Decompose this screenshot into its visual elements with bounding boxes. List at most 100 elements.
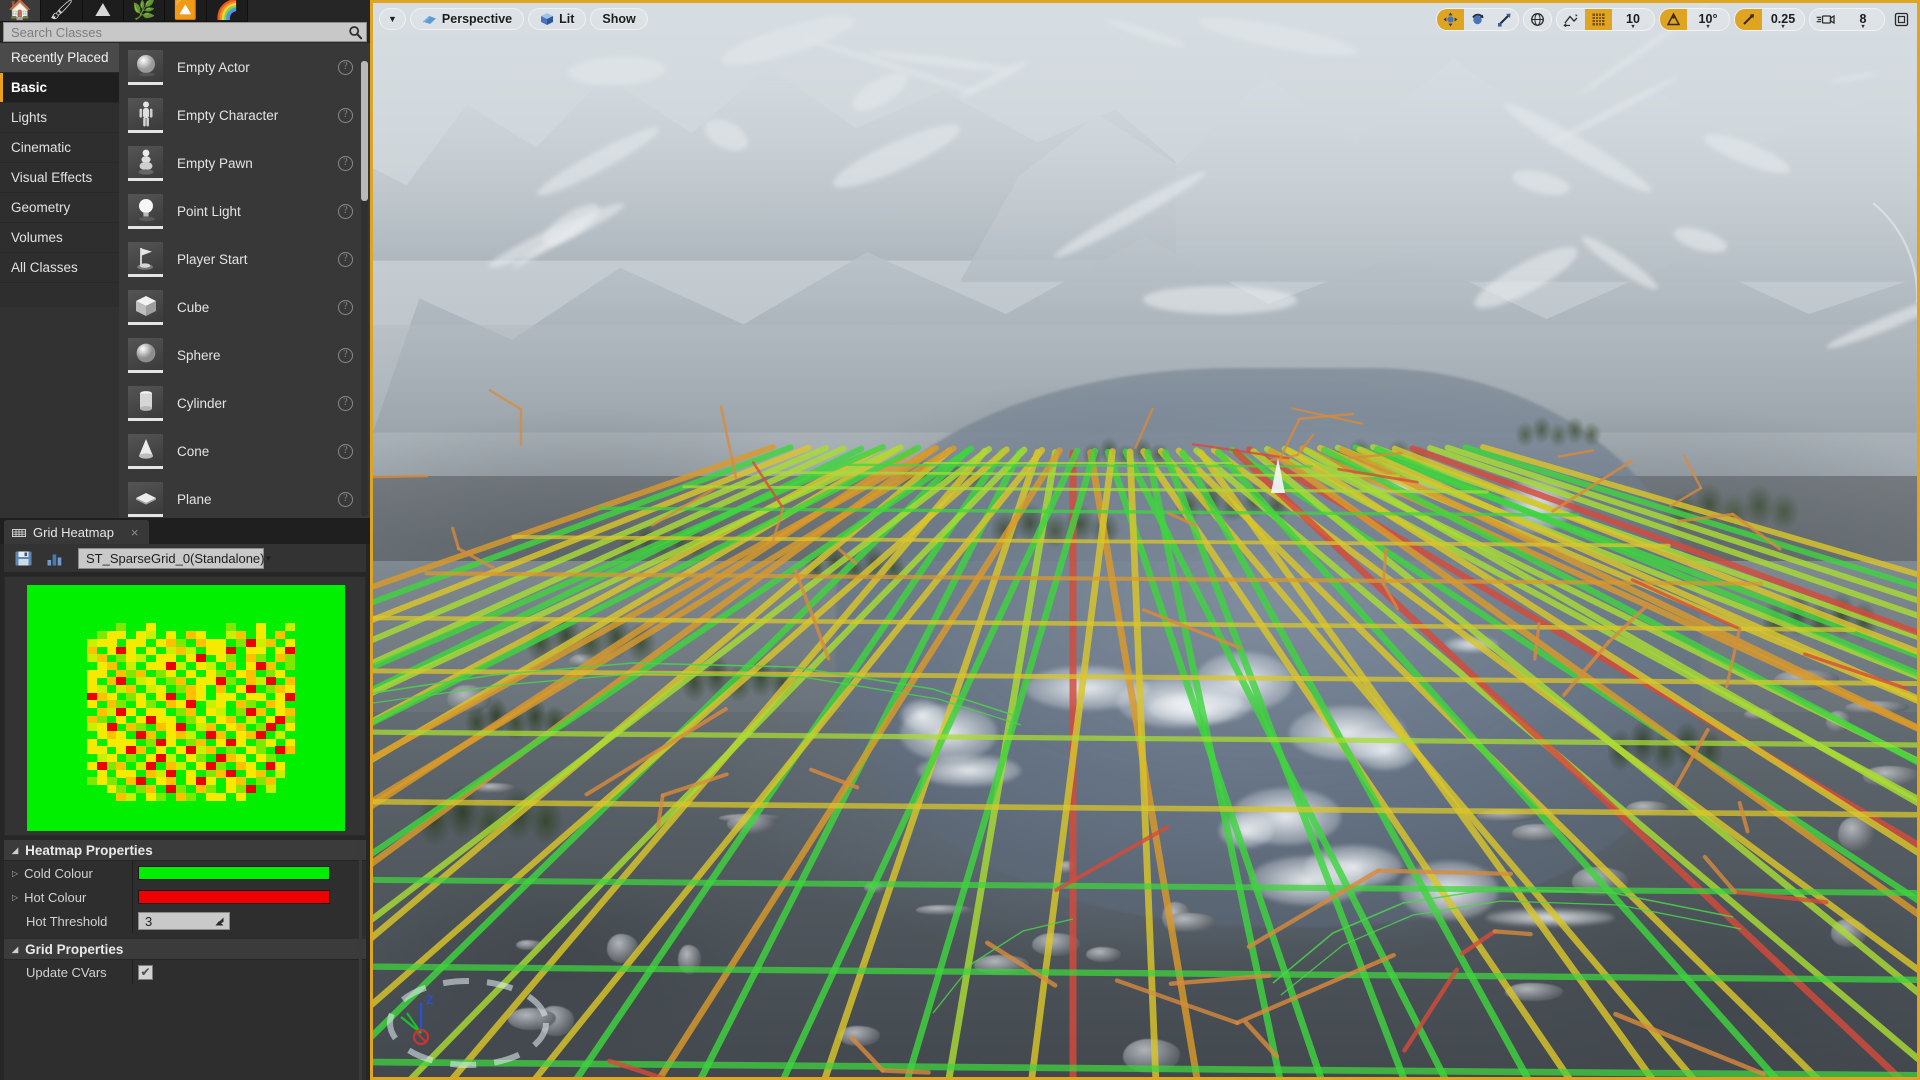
heatmap-cell — [265, 723, 276, 732]
property-row-hot-colour[interactable]: ▷ Hot Colour — [4, 885, 366, 909]
view-mode-label: Perspective — [441, 12, 513, 26]
grid-selector-dropdown[interactable]: ST_SparseGrid_0(Standalone) ▼ — [78, 547, 272, 569]
angle-snap-icon[interactable] — [1660, 8, 1687, 30]
expand-arrow-icon[interactable]: ▷ — [12, 869, 18, 878]
search-classes-row[interactable] — [3, 22, 367, 42]
grid-snap-value-dropdown[interactable]: 10 ▾ — [1612, 9, 1654, 30]
mesh-paint-mode-tab[interactable]: 🔼 — [165, 0, 207, 21]
rotate-gizmo-icon[interactable] — [1464, 9, 1491, 30]
list-item[interactable]: Plane ? — [119, 475, 370, 518]
help-icon[interactable]: ? — [338, 107, 353, 123]
heatmap-cell — [86, 777, 97, 786]
camera-speed-value-dropdown[interactable]: 8 ▾ — [1842, 9, 1884, 30]
sidebar-item-recently-placed[interactable]: Recently Placed — [0, 43, 119, 73]
heatmap-canvas[interactable] — [27, 585, 345, 831]
maximize-viewport-icon[interactable] — [1891, 9, 1911, 29]
scale-snap-icon[interactable] — [1735, 8, 1762, 30]
help-icon[interactable]: ? — [338, 491, 353, 507]
heatmap-cell — [126, 754, 137, 763]
grid-snap-icon[interactable] — [1585, 8, 1612, 30]
transform-gizmo-group — [1436, 7, 1519, 31]
landscape-mode-tab[interactable]: ⛰ — [82, 0, 124, 21]
scale-gizmo-icon[interactable] — [1491, 9, 1518, 30]
magnifier-icon — [344, 23, 366, 41]
tab-label: Grid Heatmap — [33, 524, 114, 540]
heatmap-cell — [285, 723, 296, 732]
list-item[interactable]: Sphere ? — [119, 331, 370, 379]
viewport-options-menu-button[interactable]: ▼ — [379, 8, 406, 30]
list-item-label: Cube — [177, 299, 210, 315]
expand-arrow-icon[interactable]: ▷ — [12, 893, 18, 902]
cold-colour-swatch[interactable] — [138, 866, 330, 880]
property-row-hot-threshold[interactable]: Hot Threshold 3 — [4, 909, 366, 933]
place-actors-panel: 🏠 🖌 ⛰ 🌿 🔼 🌈 Recently Placed Basic Lights… — [0, 0, 370, 1080]
list-item[interactable]: Empty Character ? — [119, 91, 370, 139]
geometry-edit-mode-tab[interactable]: 🌈 — [206, 0, 248, 21]
save-disk-icon[interactable] — [10, 546, 36, 570]
list-item[interactable]: Empty Actor ? — [119, 43, 370, 91]
heatmap-cell — [86, 761, 97, 770]
sidebar-item-cinematic[interactable]: Cinematic — [0, 133, 119, 163]
grid-line — [1682, 454, 1703, 490]
paint-mode-tab[interactable]: 🖌 — [41, 0, 83, 21]
close-icon[interactable]: × — [131, 525, 139, 540]
list-item[interactable]: Player Start ? — [119, 235, 370, 283]
surface-snap-icon[interactable] — [1557, 9, 1585, 30]
lit-mode-button[interactable]: Lit — [528, 8, 587, 30]
heatmap-cell — [195, 723, 206, 732]
category-label: Cinematic — [11, 140, 72, 155]
help-icon[interactable]: ? — [338, 251, 353, 267]
help-icon[interactable]: ? — [338, 299, 353, 315]
hot-threshold-input[interactable]: 3 — [138, 912, 230, 930]
heatmap-cell — [96, 638, 107, 647]
scale-snap-value-dropdown[interactable]: 0.25 ▾ — [1762, 9, 1804, 30]
class-browser-list[interactable]: Empty Actor ? Empty Character ? Empty Pa… — [119, 43, 370, 518]
rotation-snap-value-dropdown[interactable]: 10° ▾ — [1687, 9, 1729, 30]
view-mode-button[interactable]: Perspective — [409, 8, 525, 30]
show-menu-button[interactable]: Show — [590, 8, 648, 30]
list-item[interactable]: Empty Pawn ? — [119, 139, 370, 187]
property-row-cold-colour[interactable]: ▷ Cold Colour — [4, 861, 366, 885]
list-item[interactable]: Cone ? — [119, 427, 370, 475]
help-icon[interactable]: ? — [338, 59, 353, 75]
heatmap-cell — [235, 708, 246, 716]
translate-gizmo-icon[interactable] — [1437, 8, 1464, 30]
place-mode-tab[interactable]: 🏠 — [0, 0, 42, 21]
foliage-mode-tab[interactable]: 🌿 — [123, 0, 166, 21]
landscape-icon: ⛰ — [94, 0, 111, 21]
heatmap-cell — [136, 731, 147, 740]
level-viewport[interactable]: Z ▼ Perspective Lit Show 10 ▾ 10° ▾ 0.25… — [370, 0, 1920, 1080]
sidebar-item-basic[interactable]: Basic — [0, 73, 119, 103]
bar-chart-icon[interactable] — [41, 546, 67, 570]
help-icon[interactable]: ? — [338, 155, 353, 171]
globe-icon[interactable] — [1524, 9, 1551, 30]
category-label: Basic — [11, 80, 48, 95]
update-cvars-checkbox[interactable]: ✔ — [138, 964, 153, 980]
sidebar-item-lights[interactable]: Lights — [0, 103, 119, 133]
help-icon[interactable]: ? — [338, 395, 353, 411]
search-input[interactable] — [4, 23, 344, 41]
sidebar-item-all-classes[interactable]: All Classes — [0, 253, 119, 283]
sidebar-item-volumes[interactable]: Volumes — [0, 223, 119, 253]
help-icon[interactable]: ? — [338, 347, 353, 363]
heatmap-cell — [275, 746, 286, 755]
heatmap-cell — [275, 769, 286, 778]
hot-colour-swatch[interactable] — [138, 890, 330, 904]
grid-selector-value: ST_SparseGrid_0(Standalone) — [86, 550, 265, 566]
section-header-heatmap-properties[interactable]: ◢ Heatmap Properties — [4, 840, 366, 861]
camera-speed-icon[interactable] — [1810, 9, 1842, 30]
help-icon[interactable]: ? — [338, 203, 353, 219]
heatmap-cell — [176, 661, 187, 670]
sidebar-item-visual-effects[interactable]: Visual Effects — [0, 163, 119, 193]
list-item[interactable]: Cylinder ? — [119, 379, 370, 427]
sidebar-item-geometry[interactable]: Geometry — [0, 193, 119, 223]
tab-grid-heatmap[interactable]: Grid Heatmap × — [4, 520, 149, 544]
help-icon[interactable]: ? — [338, 443, 353, 459]
list-item[interactable]: Cube ? — [119, 283, 370, 331]
list-item[interactable]: Point Light ? — [119, 187, 370, 235]
spinner-icon[interactable] — [214, 916, 225, 927]
grid-heatmap-dock: Grid Heatmap × ST_SparseGrid_0(Standalon… — [0, 518, 370, 1080]
grid-line — [488, 389, 523, 411]
property-row-update-cvars[interactable]: Update CVars ✔ — [4, 960, 366, 984]
section-header-grid-properties[interactable]: ◢ Grid Properties — [4, 939, 366, 960]
